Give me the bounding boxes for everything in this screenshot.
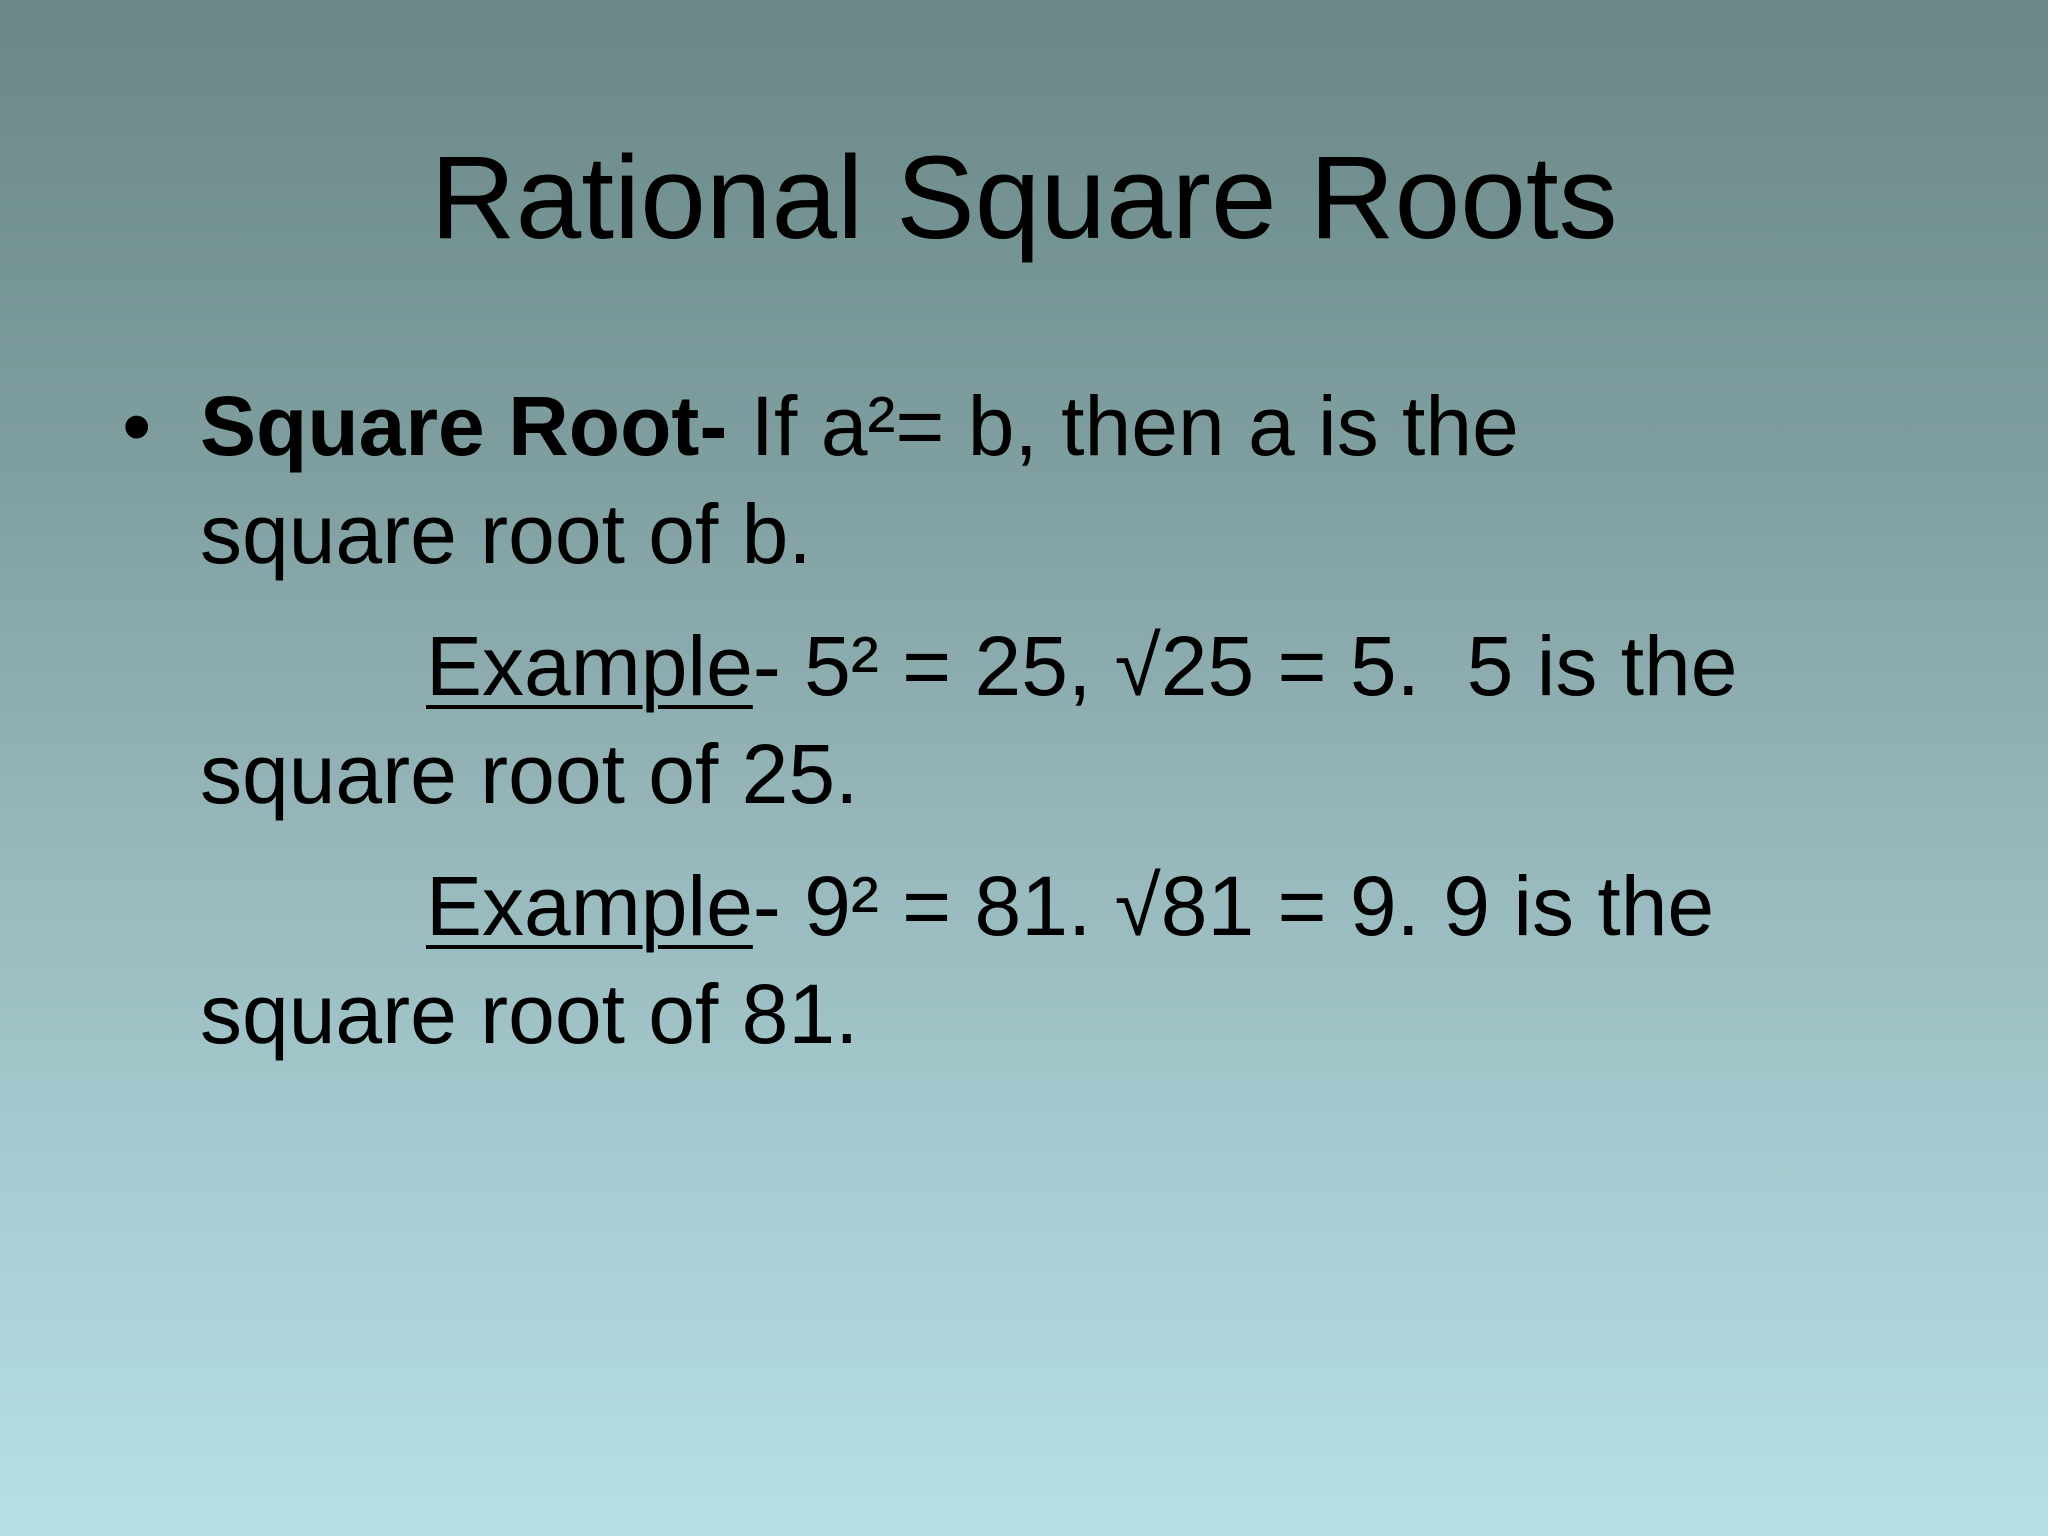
definition-term: Square Root-: [200, 379, 728, 473]
example-label: Example: [426, 619, 753, 713]
definition-paragraph: Square Root- If a²= b, then a is the squa…: [200, 372, 1900, 588]
example-text-line1: - 9² = 81. √81 = 9. 9 is the: [752, 859, 1715, 953]
example-paragraph-1: Example- 5² = 25, √25 = 5. 5 is the squar…: [200, 612, 1900, 828]
slide-title: Rational Square Roots: [430, 132, 1618, 264]
slide: Rational Square Roots • Square Root- If …: [0, 0, 2048, 1536]
definition-text-line2: square root of b.: [200, 487, 812, 581]
slide-body: • Square Root- If a²= b, then a is the sq…: [122, 372, 1900, 1068]
bullet-point: •: [122, 379, 152, 473]
example-text-line2: square root of 25.: [200, 727, 859, 821]
example-label: Example: [426, 859, 753, 953]
example-paragraph-2: Example- 9² = 81. √81 = 9. 9 is the squar…: [200, 852, 1900, 1068]
example-text-line2: square root of 81.: [200, 967, 859, 1061]
definition-text-line1: If a²= b, then a is the: [727, 379, 1519, 473]
example-text-line1: - 5² = 25, √25 = 5. 5 is the: [752, 619, 1738, 713]
